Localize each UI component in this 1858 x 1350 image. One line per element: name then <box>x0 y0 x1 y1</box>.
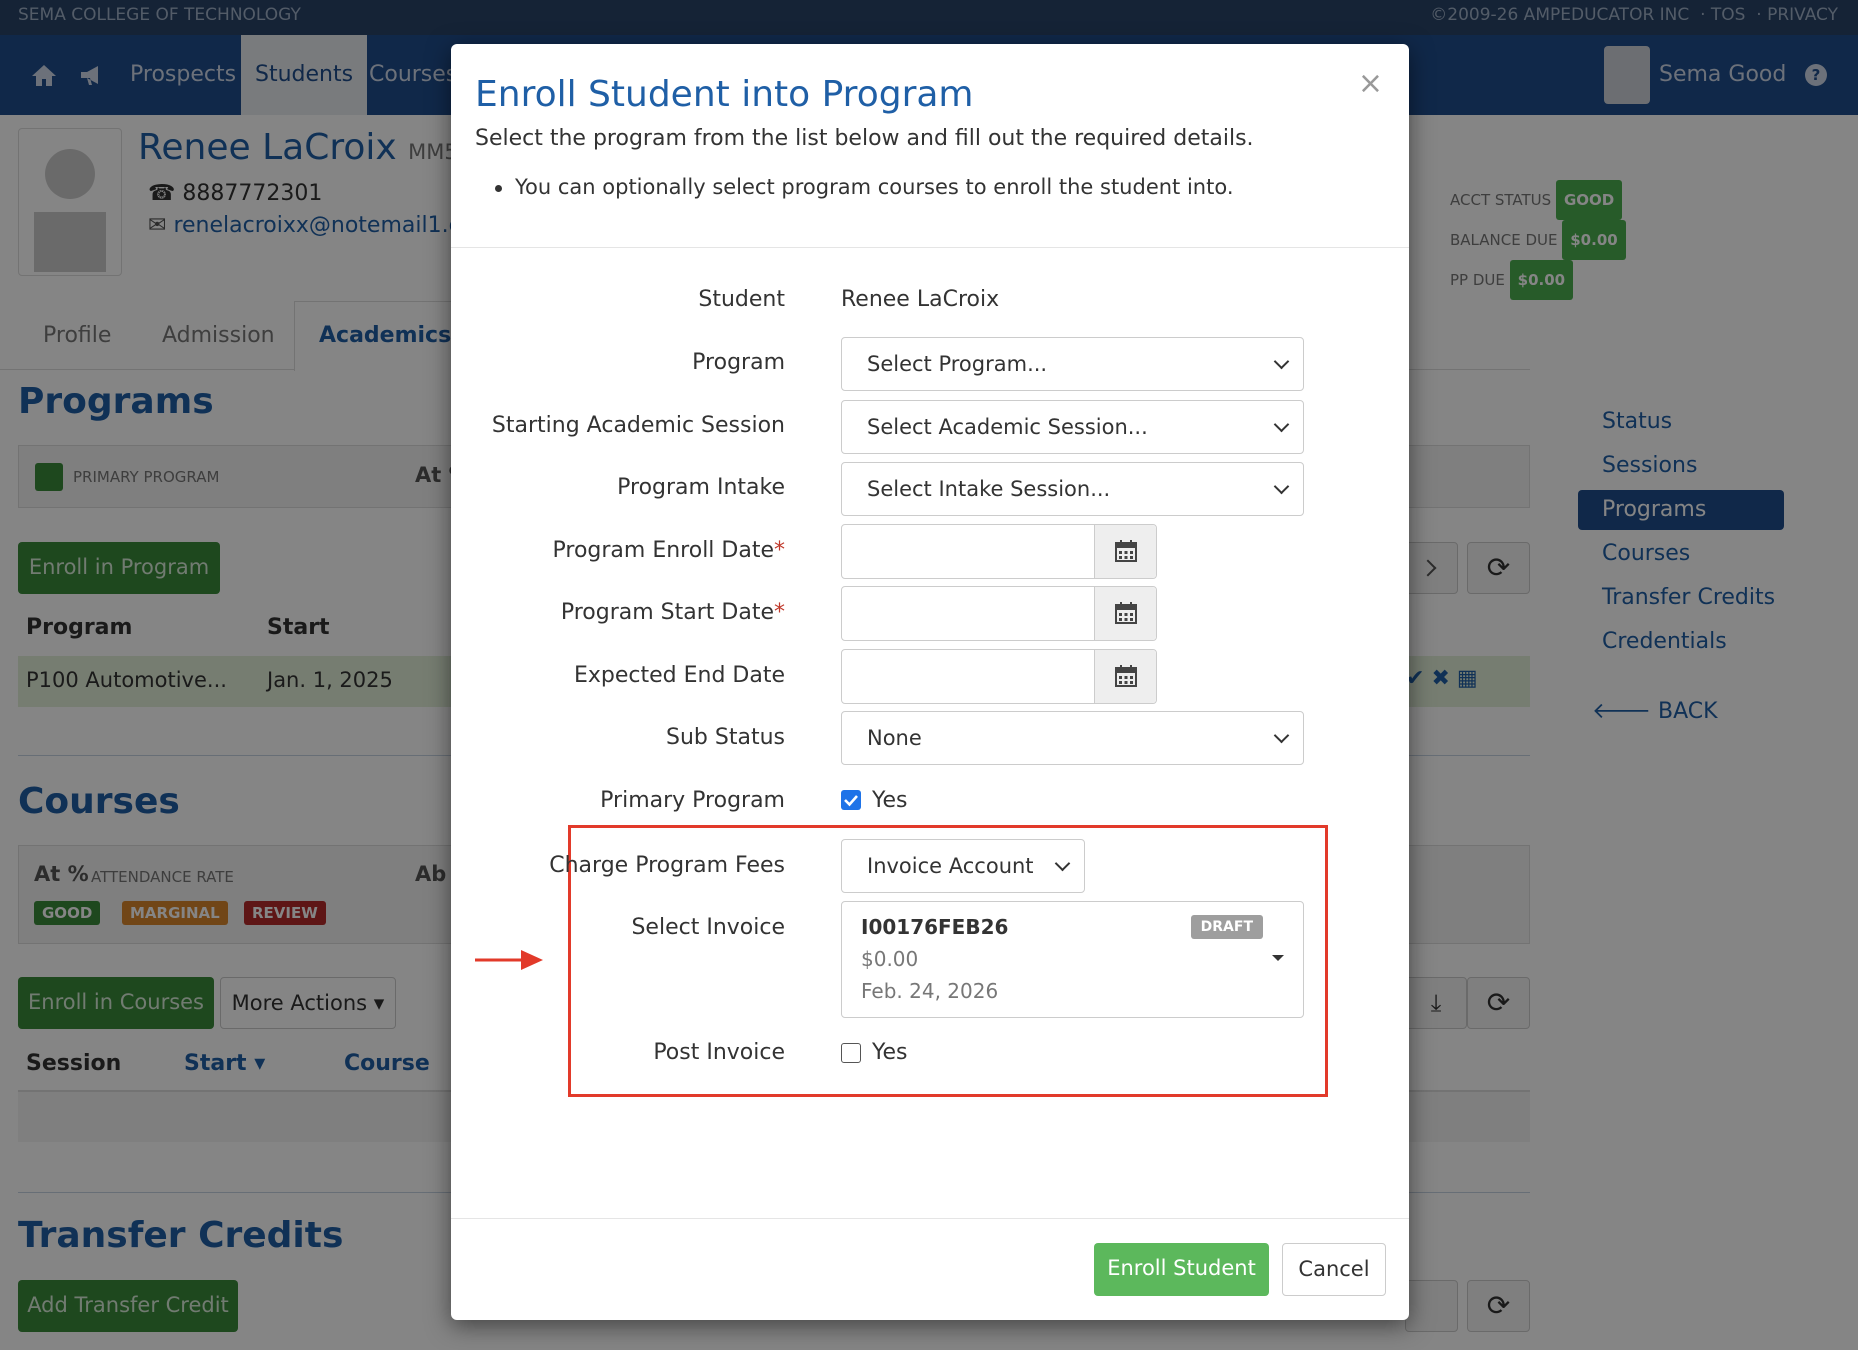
charge-fees-select[interactable]: Invoice Account <box>841 839 1085 893</box>
calendar-icon <box>1115 540 1137 562</box>
primary-program-label: Primary Program <box>600 788 785 813</box>
modal-subtitle: Select the program from the list below a… <box>475 126 1254 151</box>
session-label: Starting Academic Session <box>491 413 785 438</box>
modal-title: Enroll Student into Program <box>475 74 974 115</box>
required-marker: * <box>774 600 785 625</box>
invoice-amount: $0.00 <box>861 947 919 971</box>
close-icon[interactable]: × <box>1358 66 1383 101</box>
cancel-button[interactable]: Cancel <box>1282 1243 1386 1296</box>
chevron-down-icon <box>1273 353 1290 370</box>
session-select-value: Select Academic Session... <box>867 415 1148 439</box>
substatus-label: Sub Status <box>666 725 785 750</box>
enroll-date-label: Program Enroll Date* <box>553 538 785 563</box>
substatus-select-value: None <box>867 726 922 750</box>
invoice-date: Feb. 24, 2026 <box>861 979 999 1003</box>
modal-header-divider <box>451 247 1409 248</box>
arrow-right-icon <box>475 950 543 970</box>
program-select-value: Select Program... <box>867 352 1048 376</box>
invoice-select[interactable]: I00176FEB26 DRAFT $0.00 Feb. 24, 2026 <box>841 901 1304 1018</box>
intake-select-value: Select Intake Session... <box>867 477 1111 501</box>
chevron-down-icon <box>1273 727 1290 744</box>
program-select[interactable]: Select Program... <box>841 337 1304 391</box>
primary-yes-label[interactable]: Yes <box>872 788 908 813</box>
enroll-student-modal: Enroll Student into Program × Select the… <box>451 44 1409 1320</box>
start-date-picker-button[interactable] <box>1094 587 1156 640</box>
chevron-down-icon <box>1054 855 1071 872</box>
post-invoice-label: Post Invoice <box>653 1040 785 1065</box>
modal-bullet: You can optionally select program course… <box>495 175 1234 199</box>
post-invoice-checkbox[interactable] <box>841 1043 861 1063</box>
calendar-icon <box>1115 602 1137 624</box>
enroll-date-label-text: Program Enroll Date <box>552 538 774 563</box>
chevron-down-icon <box>1273 416 1290 433</box>
start-date-label-text: Program Start Date <box>560 600 774 625</box>
end-date-label: Expected End Date <box>573 663 785 688</box>
chevron-down-icon <box>1273 478 1290 495</box>
academic-session-select[interactable]: Select Academic Session... <box>841 400 1304 454</box>
student-label: Student <box>698 287 785 312</box>
modal-footer-divider <box>451 1218 1409 1219</box>
start-date-input[interactable] <box>841 586 1157 641</box>
end-date-input[interactable] <box>841 649 1157 704</box>
check-icon <box>844 795 858 807</box>
required-marker: * <box>774 538 785 563</box>
intake-session-select[interactable]: Select Intake Session... <box>841 462 1304 516</box>
select-invoice-label: Select Invoice <box>631 915 785 940</box>
intake-label: Program Intake <box>617 475 785 500</box>
enroll-student-button[interactable]: Enroll Student <box>1094 1243 1269 1296</box>
enroll-date-picker-button[interactable] <box>1094 525 1156 578</box>
draft-badge: DRAFT <box>1190 915 1263 939</box>
primary-program-checkbox[interactable] <box>841 790 861 810</box>
charge-fees-value: Invoice Account <box>867 854 1034 878</box>
invoice-id: I00176FEB26 <box>861 915 1009 939</box>
post-invoice-yes-label[interactable]: Yes <box>872 1040 908 1065</box>
calendar-icon <box>1115 665 1137 687</box>
end-date-picker-button[interactable] <box>1094 650 1156 703</box>
caret-down-icon <box>1272 955 1284 961</box>
program-label: Program <box>692 350 785 375</box>
substatus-select[interactable]: None <box>841 711 1304 765</box>
student-value: Renee LaCroix <box>841 287 1000 312</box>
start-date-label: Program Start Date* <box>561 600 785 625</box>
charge-fees-label: Charge Program Fees <box>549 853 785 878</box>
enroll-date-input[interactable] <box>841 524 1157 579</box>
